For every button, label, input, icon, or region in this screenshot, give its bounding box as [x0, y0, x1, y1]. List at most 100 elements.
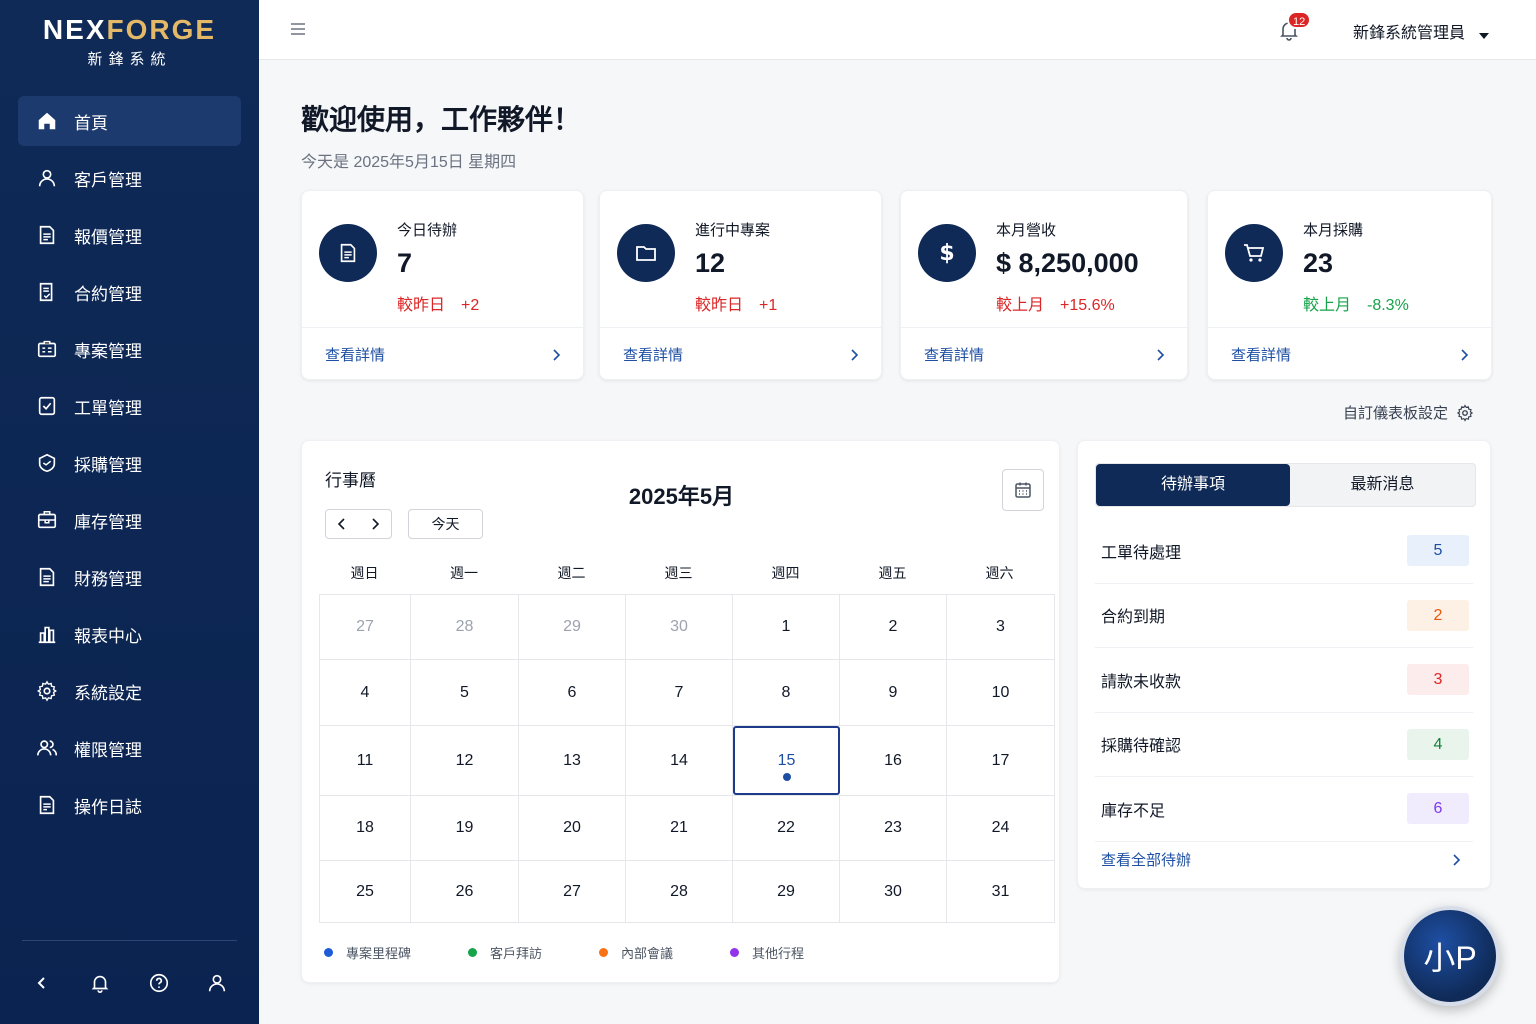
- sidebar-item-11[interactable]: 權限管理: [18, 723, 241, 773]
- legend-dot: [730, 948, 740, 957]
- legend-dot: [599, 948, 609, 957]
- sidebar-item-12[interactable]: 操作日誌: [18, 780, 241, 830]
- calendar-day[interactable]: 18: [320, 796, 411, 860]
- dashboard-settings-button[interactable]: 自訂儀表板設定: [1343, 402, 1474, 423]
- calendar-day[interactable]: 8: [733, 660, 840, 725]
- calendar-weeks: 27 28 29 30 1 2 3 4 5 6 7 8 9 10 11 12 13 14 15 16 17 18 19 20 2…: [319, 594, 1055, 923]
- sidebar-item-label: 財務管理: [74, 569, 142, 589]
- calendar-day[interactable]: 6: [519, 660, 626, 725]
- todo-count-badge: 2: [1407, 599, 1469, 631]
- todo-item[interactable]: 合約到期 2: [1095, 584, 1473, 648]
- stat-detail-link[interactable]: 查看詳情: [901, 327, 1187, 381]
- todo-item[interactable]: 採購待確認 4: [1095, 713, 1473, 777]
- calendar-day[interactable]: 29: [733, 861, 840, 922]
- calendar-week: 25 26 27 28 29 30 31: [320, 861, 1054, 922]
- sidebar-item-0[interactable]: 首頁: [18, 96, 241, 146]
- calendar-day[interactable]: 11: [320, 726, 411, 795]
- calendar-day[interactable]: 20: [519, 796, 626, 860]
- todo-item[interactable]: 工單待處理 5: [1095, 519, 1473, 584]
- day-number: 29: [563, 618, 581, 635]
- todo-count-badge: 3: [1407, 664, 1469, 696]
- stat-detail-link[interactable]: 查看詳情: [600, 327, 881, 381]
- day-number: 2: [888, 618, 898, 635]
- sidebar-item-label: 專案管理: [74, 341, 142, 361]
- bell-icon[interactable]: [88, 971, 112, 995]
- calendar-day[interactable]: 7: [626, 660, 733, 725]
- todo-item[interactable]: 庫存不足 6: [1095, 777, 1473, 842]
- weekday-label: 週一: [450, 565, 478, 581]
- gear-icon: [1456, 403, 1474, 422]
- view-all-todo-link[interactable]: 查看全部待辦: [1101, 849, 1461, 870]
- sidebar-item-1[interactable]: 客戶管理: [18, 153, 241, 203]
- help-icon[interactable]: [147, 971, 171, 995]
- sidebar-item-4[interactable]: 專案管理: [18, 324, 241, 374]
- assistant-button[interactable]: 小P: [1400, 906, 1500, 1006]
- sidebar-item-8[interactable]: 財務管理: [18, 552, 241, 602]
- stat-detail-link[interactable]: 查看詳情: [302, 327, 583, 381]
- calendar-day[interactable]: 23: [840, 796, 947, 860]
- day-number: 19: [455, 819, 474, 836]
- sidebar-item-label: 庫存管理: [74, 512, 142, 532]
- next-month-button[interactable]: [370, 518, 380, 530]
- calendar-day[interactable]: 3: [947, 595, 1054, 659]
- calendar-day[interactable]: 30: [840, 861, 947, 922]
- calendar-day[interactable]: 28: [411, 595, 519, 659]
- sidebar-nav: 首頁客戶管理報價管理合約管理專案管理工單管理採購管理庫存管理財務管理報表中心系統…: [18, 96, 241, 837]
- calendar-day[interactable]: 4: [320, 660, 411, 725]
- today-button[interactable]: 今天: [408, 509, 483, 539]
- chevron-down-icon[interactable]: [1479, 26, 1489, 39]
- day-number: 23: [884, 819, 902, 836]
- calendar-day[interactable]: 21: [626, 796, 733, 860]
- calendar-day[interactable]: 27: [519, 861, 626, 922]
- calendar-day[interactable]: 24: [947, 796, 1054, 860]
- day-number: 14: [670, 751, 688, 769]
- calendar-day-today[interactable]: 15: [733, 726, 840, 795]
- calendar-day[interactable]: 14: [626, 726, 733, 795]
- legend-item: 專案里程碑: [324, 943, 411, 962]
- legend-item: 其他行程: [730, 943, 804, 962]
- calendar-day[interactable]: 10: [947, 660, 1054, 725]
- sidebar-item-7[interactable]: 庫存管理: [18, 495, 241, 545]
- brand-logo[interactable]: NEXFORGE 新鋒系統: [0, 14, 259, 69]
- sidebar-item-2[interactable]: 報價管理: [18, 210, 241, 260]
- chevron-right-icon: [372, 518, 379, 530]
- calendar-day[interactable]: 17: [947, 726, 1054, 795]
- calendar-day[interactable]: 1: [733, 595, 840, 659]
- calendar-legend: 專案里程碑 客戶拜訪 內部會議 其他行程: [324, 943, 804, 962]
- profile-icon[interactable]: [205, 971, 229, 995]
- calendar-month: 2025年5月: [628, 484, 735, 509]
- cart-icon: [1225, 224, 1283, 282]
- calendar-day[interactable]: 9: [840, 660, 947, 725]
- calendar-day[interactable]: 13: [519, 726, 626, 795]
- calendar-day[interactable]: 26: [411, 861, 519, 922]
- calendar-day[interactable]: 27: [320, 595, 411, 659]
- tab-news[interactable]: 最新消息: [1290, 464, 1475, 506]
- calendar-day[interactable]: 16: [840, 726, 947, 795]
- calendar-day[interactable]: 31: [947, 861, 1054, 922]
- inventory-icon: [36, 509, 58, 531]
- chevron-left-icon[interactable]: [30, 971, 54, 995]
- calendar-day[interactable]: 22: [733, 796, 840, 860]
- sidebar-item-3[interactable]: 合約管理: [18, 267, 241, 317]
- calendar-day[interactable]: 29: [519, 595, 626, 659]
- user-menu[interactable]: 新鋒系統管理員: [1353, 19, 1465, 43]
- calendar-day[interactable]: 5: [411, 660, 519, 725]
- calendar-day[interactable]: 2: [840, 595, 947, 659]
- calendar-day[interactable]: 28: [626, 861, 733, 922]
- stat-value: $ 8,250,000: [996, 248, 1139, 278]
- menu-toggle-icon[interactable]: [289, 20, 307, 38]
- todo-item[interactable]: 請款未收款 3: [1095, 648, 1473, 713]
- calendar-view-button[interactable]: [1002, 469, 1044, 511]
- calendar-day[interactable]: 25: [320, 861, 411, 922]
- sidebar-item-9[interactable]: 報表中心: [18, 609, 241, 659]
- stat-detail-link[interactable]: 查看詳情: [1208, 327, 1491, 381]
- calendar-day[interactable]: 19: [411, 796, 519, 860]
- calendar-day[interactable]: 12: [411, 726, 519, 795]
- calendar-day[interactable]: 30: [626, 595, 733, 659]
- sidebar-item-5[interactable]: 工單管理: [18, 381, 241, 431]
- sidebar-item-10[interactable]: 系統設定: [18, 666, 241, 716]
- sidebar-item-6[interactable]: 採購管理: [18, 438, 241, 488]
- prev-month-button[interactable]: [337, 518, 347, 530]
- notification-badge: 12: [1287, 11, 1312, 29]
- tab-todo[interactable]: 待辦事項: [1096, 464, 1290, 506]
